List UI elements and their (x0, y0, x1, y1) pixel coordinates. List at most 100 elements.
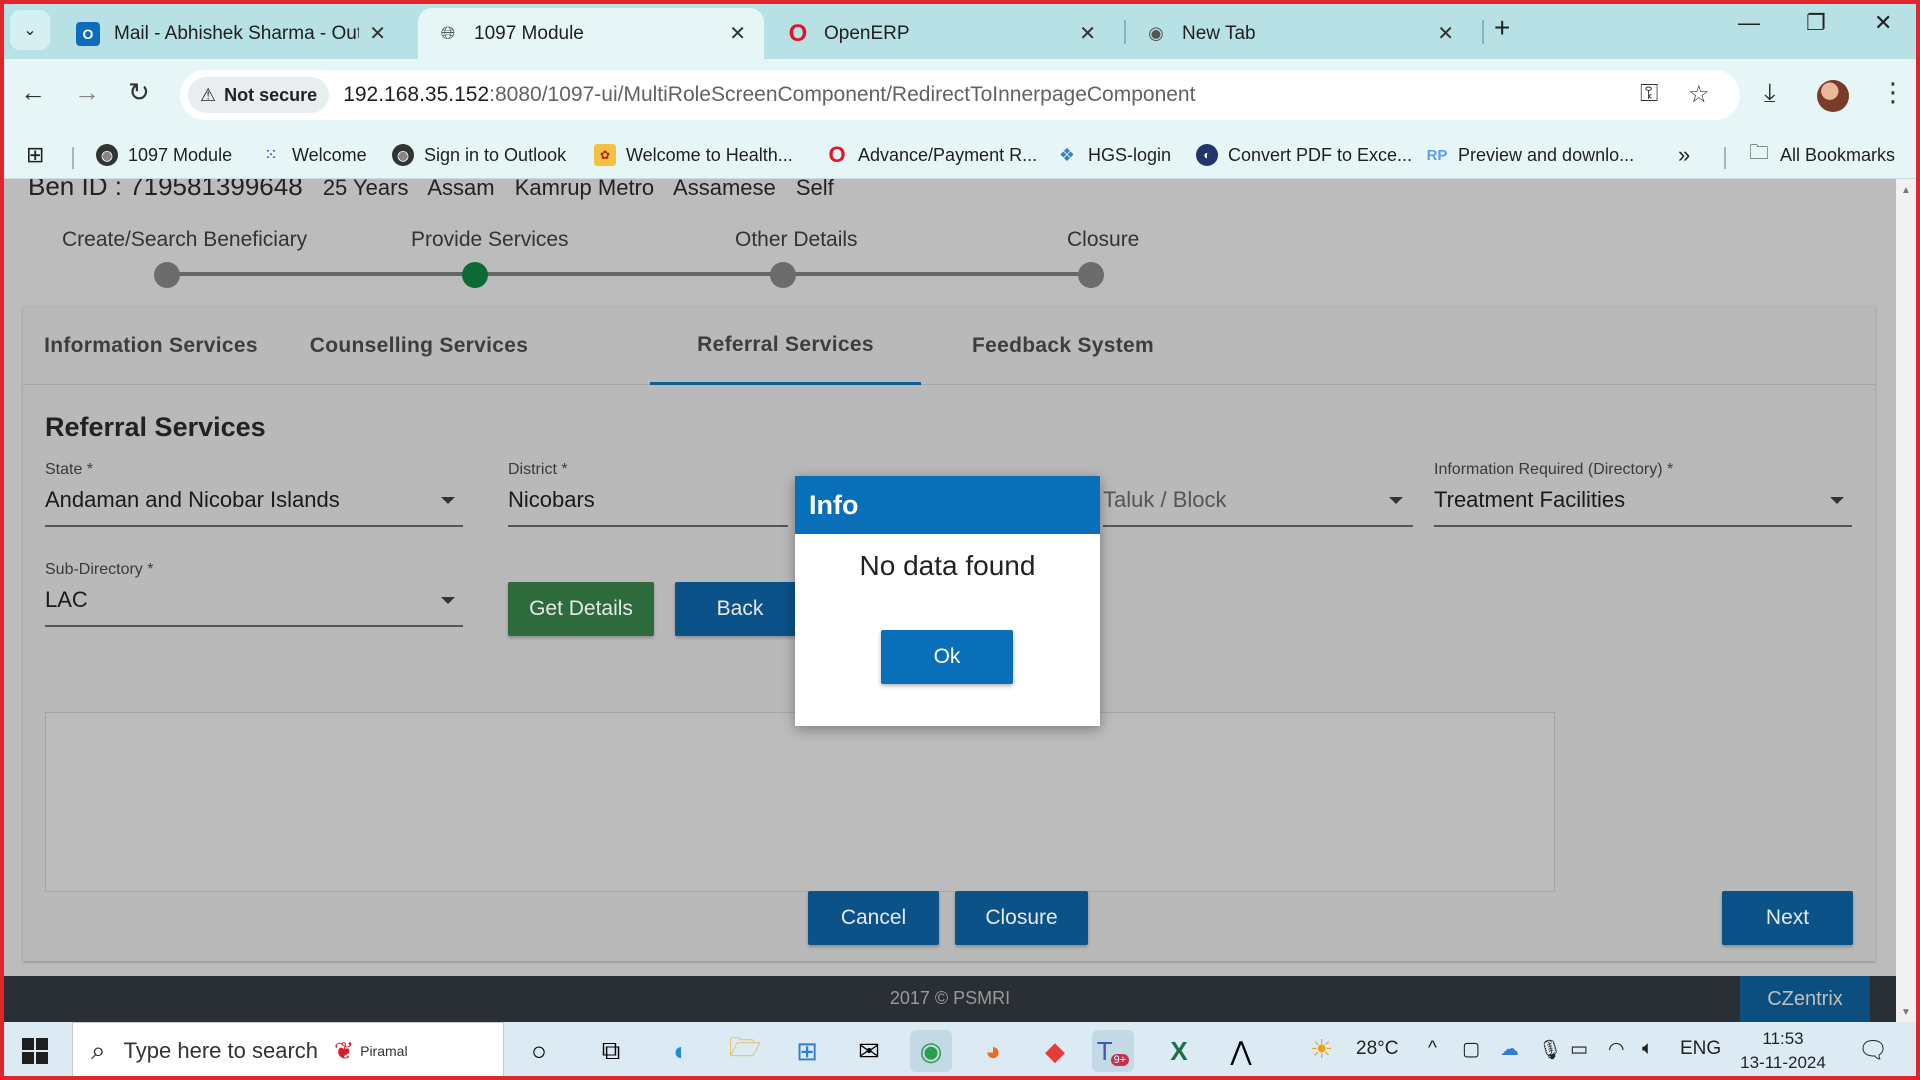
password-key-icon[interactable]: ⚿ (1640, 80, 1658, 108)
sub-directory-label: Sub-Directory * (45, 561, 154, 578)
security-chip[interactable]: ⚠ Not secure (188, 77, 330, 113)
edge-icon[interactable]: ◐ (660, 1030, 702, 1072)
progress-stepper: Create/Search Beneficiary Provide Servic… (4, 179, 1204, 299)
new-tab-plus-icon[interactable]: + (1494, 12, 1510, 44)
tab-new-tab[interactable]: ◉ New Tab ✕ (1126, 8, 1472, 59)
hgs-icon: ❖ (1058, 144, 1076, 165)
scroll-up-icon[interactable]: ▲ (1901, 185, 1911, 196)
tab-openerp[interactable]: O OpenERP ✕ (768, 8, 1114, 59)
chevron-down-icon (1830, 497, 1844, 504)
close-icon[interactable]: ✕ (1437, 21, 1454, 46)
close-icon[interactable]: ✕ (729, 21, 746, 46)
download-icon[interactable]: ⤓ (1764, 77, 1776, 109)
profile-avatar[interactable] (1817, 80, 1849, 112)
close-icon[interactable]: ✕ (1079, 21, 1096, 46)
forward-arrow-icon[interactable]: → (74, 77, 100, 108)
bookmark-sign-in-outlook[interactable]: ◍ Sign in to Outlook (392, 139, 566, 171)
tab-mail-outlook[interactable]: O Mail - Abhishek Sharma - Outlo ✕ (58, 8, 404, 59)
cancel-button[interactable]: Cancel (808, 891, 939, 945)
restore-icon[interactable]: ❐ (1806, 10, 1826, 36)
information-required-select[interactable]: Information Required (Directory) * Treat… (1434, 461, 1852, 531)
battery-icon[interactable]: ▭ (1570, 1038, 1588, 1061)
chrome-icon: ◉ (1148, 23, 1164, 43)
bookmark-hgs-login[interactable]: ❖ HGS-login (1056, 139, 1171, 171)
chevron-down-icon (441, 497, 455, 504)
folder-icon: 🗀 (1749, 142, 1769, 164)
firefox-icon[interactable]: ◕ (972, 1030, 1014, 1072)
tab-1097-module[interactable]: 🌐︎ 1097 Module ✕ (418, 8, 764, 59)
dialog-title: Info (795, 476, 1100, 534)
dialog-message: No data found (859, 550, 1036, 581)
tab-counselling-services[interactable]: Counselling Services (283, 307, 555, 385)
bookmark-welcome[interactable]: ⁙ Welcome (260, 139, 366, 171)
window-close-icon[interactable]: ✕ (1874, 10, 1892, 36)
bookmark-advance-payment[interactable]: O Advance/Payment R... (826, 139, 1037, 171)
sub-directory-select[interactable]: Sub-Directory * LAC (45, 561, 463, 631)
language-indicator[interactable]: ENG (1680, 1038, 1721, 1060)
app-icon[interactable]: ⋀ (1220, 1030, 1262, 1072)
microphone-icon[interactable]: 🎙︎ (1538, 1038, 1562, 1062)
back-button[interactable]: Back (675, 582, 805, 636)
mail-icon[interactable]: ✉ (848, 1030, 890, 1072)
meet-now-icon[interactable]: ▢ (1462, 1038, 1480, 1061)
scroll-down-icon[interactable]: ▼ (1901, 1007, 1911, 1018)
browser-tab-strip: ⌄ O Mail - Abhishek Sharma - Outlo ✕ 🌐︎ … (0, 0, 1920, 59)
cortana-icon[interactable]: ○ (518, 1030, 560, 1072)
ok-button[interactable]: Ok (881, 630, 1013, 684)
piramal-logo[interactable]: ❦ Piramal (320, 1028, 426, 1074)
taluk-select[interactable]: Taluk / Block (1103, 461, 1413, 531)
district-value: Nicobars (508, 487, 595, 512)
weather-icon[interactable]: ☀ (1310, 1034, 1333, 1065)
get-details-button[interactable]: Get Details (508, 582, 654, 636)
temperature[interactable]: 28°C (1356, 1038, 1398, 1060)
chrome-icon[interactable]: ◉ (910, 1030, 952, 1072)
state-select[interactable]: State * Andaman and Nicobar Islands (45, 461, 463, 531)
reload-icon[interactable]: ↻ (128, 77, 150, 108)
all-bookmarks[interactable]: 🗀 All Bookmarks (1748, 139, 1895, 171)
onedrive-icon[interactable]: ☁ (1500, 1038, 1519, 1061)
system-clock[interactable]: 11:53 13-11-2024 (1728, 1027, 1838, 1075)
apps-grid-icon[interactable]: ⊞ (26, 139, 44, 171)
notification-icon[interactable]: 🗨︎ (1858, 1036, 1888, 1065)
tray-chevron-up-icon[interactable]: ^ (1428, 1038, 1437, 1060)
excel-icon[interactable]: X (1158, 1030, 1200, 1072)
wifi-icon[interactable]: ◠ (1608, 1038, 1625, 1061)
bookmark-star-icon[interactable]: ☆ (1688, 80, 1710, 109)
anydesk-icon[interactable]: ◆ (1034, 1030, 1076, 1072)
page-scrollbar[interactable]: ▲ ▼ (1896, 179, 1916, 1022)
windows-start-icon[interactable] (22, 1038, 48, 1064)
address-bar[interactable]: ⚠ Not secure 192.168.35.152:8080/1097-ui… (180, 70, 1740, 120)
bookmark-welcome-health[interactable]: ✿ Welcome to Health... (594, 139, 793, 171)
chevron-down-icon (1389, 497, 1403, 504)
teams-icon[interactable]: T 9+ (1092, 1030, 1134, 1072)
volume-icon[interactable]: 🔈︎ (1642, 1038, 1653, 1060)
tab-search-icon[interactable]: ⌄ (10, 10, 50, 50)
step-dot-create-search[interactable] (154, 262, 180, 288)
taskbar-search-input[interactable]: ⌕ Type here to search (72, 1022, 504, 1080)
file-explorer-icon[interactable]: 🗁 (724, 1030, 766, 1072)
step-dot-closure[interactable] (1078, 262, 1104, 288)
tab-feedback-system[interactable]: Feedback System (940, 307, 1186, 385)
underline (1434, 525, 1852, 527)
windows-taskbar: ⌕ Type here to search ❦ Piramal ○ ⧉ ◐ 🗁 … (0, 1022, 1920, 1080)
minimize-icon[interactable]: — (1738, 10, 1760, 36)
close-icon[interactable]: ✕ (369, 21, 386, 46)
store-icon[interactable]: ⊞ (786, 1030, 828, 1072)
bookmark-convert-pdf[interactable]: ◐ Convert PDF to Exce... (1196, 139, 1412, 171)
step-dot-other-details[interactable] (770, 262, 796, 288)
warning-icon: ⚠ (200, 84, 217, 105)
czentrix-button[interactable]: CZentrix (1740, 976, 1870, 1022)
closure-button[interactable]: Closure (955, 891, 1088, 945)
back-arrow-icon[interactable]: ← (20, 77, 46, 108)
bookmark-preview-download[interactable]: RP Preview and downlo... (1426, 139, 1635, 171)
next-button[interactable]: Next (1722, 891, 1853, 945)
url-text[interactable]: 192.168.35.152:8080/1097-ui/MultiRoleScr… (343, 83, 1195, 107)
task-view-icon[interactable]: ⧉ (590, 1030, 632, 1072)
bookmarks-overflow-chevron-icon[interactable]: » (1678, 139, 1690, 171)
bookmark-1097-module[interactable]: ◍ 1097 Module (96, 139, 232, 171)
tab-referral-services[interactable]: Referral Services (650, 307, 921, 385)
state-value: Andaman and Nicobar Islands (45, 487, 340, 512)
kebab-menu-icon[interactable]: ⋮ (1880, 77, 1906, 108)
tab-information-services[interactable]: Information Services (33, 307, 269, 385)
step-dot-provide-services[interactable] (462, 262, 488, 288)
